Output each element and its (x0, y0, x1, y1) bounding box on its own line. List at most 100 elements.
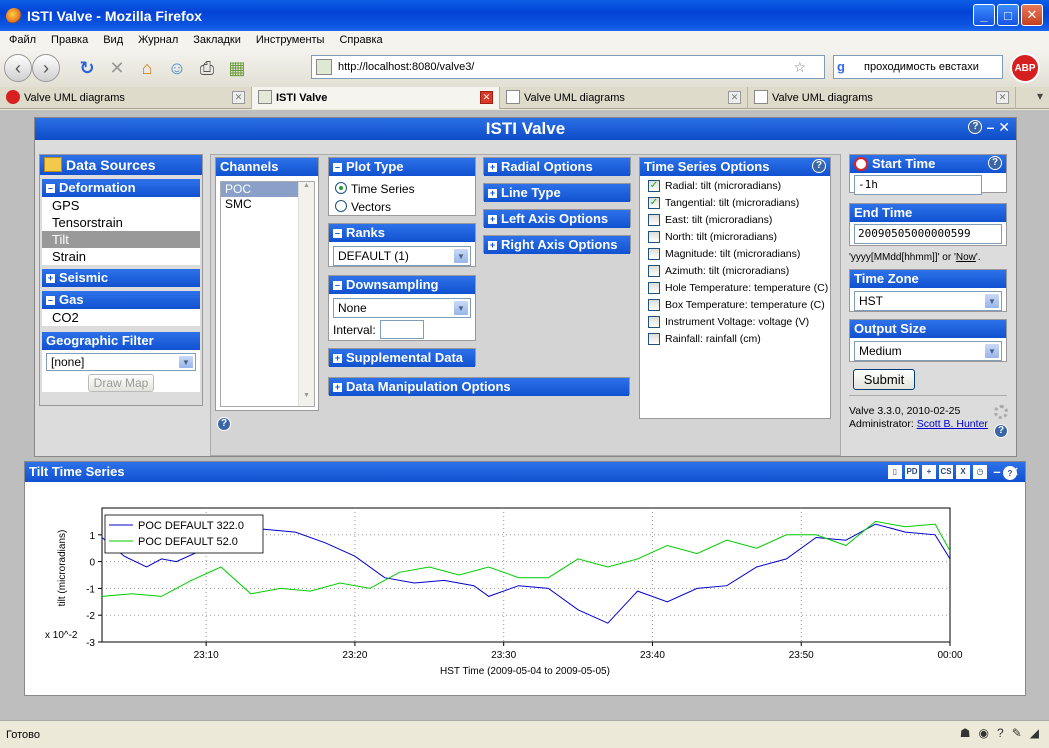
minimize-button[interactable]: _ (973, 4, 995, 26)
admin-link[interactable]: Scott B. Hunter (917, 418, 988, 430)
tab-close-icon[interactable]: ✕ (480, 91, 493, 104)
help-icon[interactable]: ? (217, 417, 231, 431)
tab-valve-uml-3[interactable]: Valve UML diagrams ✕ (748, 87, 1016, 109)
supplemental-title[interactable]: + Supplemental Data (329, 349, 475, 367)
close-window-button[interactable]: ✕ (1021, 4, 1043, 26)
expand-icon[interactable]: + (46, 274, 55, 283)
map-icon[interactable]: ▦ (224, 55, 250, 81)
help-icon[interactable]: ? (1003, 466, 1017, 480)
menu-view[interactable]: Вид (103, 34, 123, 46)
globe-icon[interactable]: ◉ (979, 726, 989, 740)
interval-input[interactable] (379, 320, 424, 339)
xml-icon[interactable]: X (956, 465, 970, 479)
expand-icon[interactable]: + (488, 241, 497, 250)
menu-history[interactable]: Журнал (138, 34, 178, 46)
forward-icon[interactable]: › (32, 54, 60, 82)
gas-header[interactable]: – Gas (42, 291, 200, 309)
ts-option-row[interactable]: Rainfall: rainfall (cm) (640, 332, 830, 347)
wrench-icon[interactable]: ✎ (1012, 726, 1022, 740)
ts-option-row[interactable]: North: tilt (microradians) (640, 230, 830, 245)
chevron-down-icon[interactable]: ▼ (453, 300, 469, 316)
chevron-down-icon[interactable]: ▼ (453, 248, 469, 264)
source-co2[interactable]: CO2 (42, 309, 200, 326)
tab-isti-valve[interactable]: ISTI Valve ✕ (252, 87, 500, 109)
source-tilt[interactable]: Tilt (42, 231, 200, 248)
radio-vectors[interactable]: Vectors (335, 198, 475, 216)
data-manipulation-title[interactable]: + Data Manipulation Options (329, 378, 629, 396)
back-icon[interactable]: ‹ (4, 54, 32, 82)
right-axis-title[interactable]: + Right Axis Options (484, 236, 630, 254)
minimize-icon[interactable]: – (990, 465, 1004, 479)
clipboard-icon[interactable]: ▯ (888, 465, 902, 479)
scroll-up-icon[interactable]: ▲ (299, 182, 314, 196)
ts-option-row[interactable]: ✓ Radial: tilt (microradians) (640, 179, 830, 194)
downsampling-select[interactable]: None ▼ (333, 298, 471, 318)
menu-file[interactable]: Файл (9, 34, 36, 46)
bookmark-star-icon[interactable]: ☆ (793, 59, 806, 76)
output-size-select[interactable]: Medium ▼ (854, 341, 1002, 361)
radio-time-series[interactable]: Time Series (335, 180, 475, 198)
checkbox[interactable] (648, 333, 660, 345)
radio-icon[interactable] (335, 200, 347, 212)
checkbox[interactable] (648, 316, 660, 328)
source-tensorstrain[interactable]: Tensorstrain (42, 214, 200, 231)
checkbox[interactable] (648, 214, 660, 226)
radio-icon[interactable] (335, 182, 347, 194)
channels-scrollbar[interactable]: ▲ ▼ (298, 182, 314, 406)
adblock-icon[interactable]: ABP (1010, 53, 1040, 83)
seismic-header[interactable]: + Seismic (42, 269, 200, 287)
expand-icon[interactable]: + (488, 189, 497, 198)
expand-icon[interactable]: + (333, 354, 342, 363)
checkbox[interactable] (648, 231, 660, 243)
draw-map-button[interactable]: Draw Map (88, 374, 154, 392)
tab-close-icon[interactable]: ✕ (996, 91, 1009, 104)
expand-icon[interactable]: + (488, 163, 497, 172)
expand-icon[interactable]: + (333, 383, 342, 392)
help-icon[interactable]: ? (988, 156, 1002, 170)
help-icon[interactable]: ? (812, 159, 826, 173)
tab-close-icon[interactable]: ✕ (728, 91, 741, 104)
menu-tools[interactable]: Инструменты (256, 34, 325, 46)
ts-option-row[interactable]: Magnitude: tilt (microradians) (640, 247, 830, 262)
maximize-button[interactable]: □ (997, 4, 1019, 26)
tab-close-icon[interactable]: ✕ (232, 91, 245, 104)
csv-icon[interactable]: CS (939, 465, 953, 479)
checkbox[interactable] (648, 265, 660, 277)
pdf-icon[interactable]: PD (905, 465, 919, 479)
collapse-icon[interactable]: – (333, 229, 342, 238)
zoom-icon[interactable]: + (922, 465, 936, 479)
ts-option-row[interactable]: Box Temperature: temperature (C) (640, 298, 830, 313)
search-bar[interactable]: g проходимость евстахи (833, 55, 1003, 79)
url-bar[interactable]: http://localhost:8080/valve3/ ☆ (311, 55, 825, 79)
checkbox[interactable] (648, 299, 660, 311)
checkbox[interactable]: ✓ (648, 197, 660, 209)
radial-options-title[interactable]: + Radial Options (484, 158, 630, 176)
minimize-icon[interactable]: – (986, 120, 994, 134)
ts-option-row[interactable]: Azimuth: tilt (microradians) (640, 264, 830, 279)
google-icon[interactable]: g (837, 59, 853, 75)
collapse-icon[interactable]: – (333, 163, 342, 172)
source-strain[interactable]: Strain (42, 248, 200, 265)
geo-filter-select[interactable]: [none] ▼ (46, 353, 196, 371)
menu-help[interactable]: Справка (339, 34, 382, 46)
addon-icon[interactable]: ☗ (960, 726, 971, 740)
downloads-icon[interactable]: ☺ (164, 55, 190, 81)
channels-list[interactable]: POC SMC ▲ ▼ (220, 181, 315, 407)
close-icon[interactable]: ✕ (998, 120, 1010, 134)
ts-option-row[interactable]: Hole Temperature: temperature (C) (640, 281, 830, 296)
stop-icon[interactable]: ✕ (104, 55, 130, 81)
start-time-input[interactable]: -1h (854, 175, 982, 195)
ranks-title[interactable]: – Ranks (329, 224, 475, 242)
checkbox[interactable]: ✓ (648, 180, 660, 192)
help-icon[interactable]: ? (994, 424, 1008, 438)
chevron-down-icon[interactable]: ▼ (178, 355, 194, 369)
downsampling-title[interactable]: – Downsampling (329, 276, 475, 294)
channel-poc[interactable]: POC (221, 182, 299, 197)
submit-button[interactable]: Submit (853, 369, 915, 390)
ranks-select[interactable]: DEFAULT (1) ▼ (333, 246, 471, 266)
plot-type-title[interactable]: – Plot Type (329, 158, 475, 176)
ts-option-row[interactable]: ✓ Tangential: tilt (microradians) (640, 196, 830, 211)
expand-icon[interactable]: + (488, 215, 497, 224)
reload-icon[interactable]: ↻ (74, 55, 100, 81)
time-zone-select[interactable]: HST ▼ (854, 291, 1002, 311)
